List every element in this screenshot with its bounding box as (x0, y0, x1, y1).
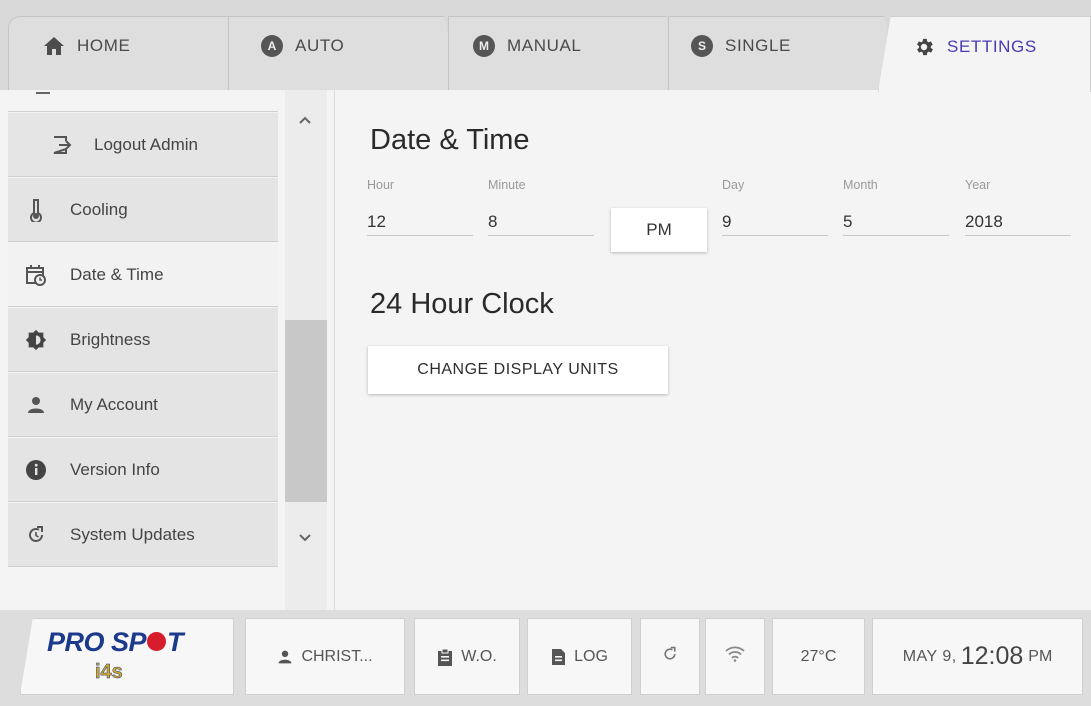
datetime-readout: MAY 9, 12:08 PM (872, 618, 1083, 695)
year-label: Year (965, 178, 991, 192)
hour-input[interactable]: 12 (367, 196, 473, 236)
partial-item-icon (36, 90, 50, 94)
sidebar-item-label: Logout Admin (94, 134, 198, 154)
sidebar-item-logout-admin[interactable]: Logout Admin (8, 113, 278, 177)
tab-manual[interactable]: M MANUAL (448, 16, 680, 90)
scroll-down-icon[interactable] (293, 526, 317, 550)
logo-dot-icon (147, 632, 167, 652)
wifi-button[interactable] (705, 618, 765, 695)
updates-button[interactable] (640, 618, 700, 695)
sidebar-scrollbar[interactable] (285, 90, 327, 610)
status-bar: PRO SP T i4s CHRIST... W.O. LOG 27°C MAY … (0, 610, 1091, 706)
tab-manual-label: MANUAL (507, 35, 582, 55)
minute-input[interactable]: 8 (488, 196, 594, 236)
work-order-button[interactable]: W.O. (414, 618, 520, 695)
update-icon (662, 646, 678, 667)
sidebar-item-label: Version Info (70, 459, 160, 479)
sidebar-item-version-info[interactable]: Version Info (8, 438, 278, 502)
gear-icon (913, 36, 935, 58)
month-field[interactable]: Month 5 (843, 178, 949, 236)
sidebar-item-system-updates[interactable]: System Updates (8, 503, 278, 567)
hour-label: Hour (367, 178, 395, 192)
person-icon (24, 393, 48, 417)
day-field[interactable]: Day 9 (722, 178, 828, 236)
tab-home[interactable]: HOME (8, 16, 238, 90)
clipboard-icon (437, 648, 453, 666)
brightness-icon (24, 328, 48, 352)
log-label: LOG (574, 647, 608, 665)
user-name: CHRIST... (301, 647, 373, 665)
sidebar-item-date-time[interactable]: Date & Time (8, 243, 278, 307)
date-time-title: Date & Time (370, 124, 530, 156)
status-ampm: PM (1028, 647, 1053, 665)
scroll-up-icon[interactable] (293, 108, 317, 132)
change-display-units-button[interactable]: CHANGE DISPLAY UNITS (368, 346, 668, 394)
tab-auto-label: AUTO (295, 35, 345, 55)
tab-single[interactable]: S SINGLE (668, 16, 898, 90)
temperature-readout: 27°C (772, 618, 865, 695)
sidebar-item-label: System Updates (70, 524, 195, 544)
logo-sub-mark: i4s (95, 661, 123, 684)
sidebar-item-partial (8, 90, 278, 112)
sidebar-item-my-account[interactable]: My Account (8, 373, 278, 437)
status-time: 12:08 (960, 642, 1024, 670)
user-button[interactable]: CHRIST... (245, 618, 405, 695)
single-badge-icon: S (691, 34, 713, 57)
tab-settings[interactable]: SETTINGS (878, 16, 1091, 92)
wifi-icon (725, 646, 745, 667)
sidebar-item-label: Brightness (70, 329, 151, 349)
logout-icon (50, 133, 74, 157)
logo-text-post: T (167, 627, 184, 657)
log-button[interactable]: LOG (527, 618, 632, 695)
month-label: Month (843, 178, 878, 192)
document-icon (551, 648, 566, 666)
date-time-panel: Date & Time Hour 12 Minute 8 PM Day 9 Mo… (335, 90, 1091, 610)
minute-field[interactable]: Minute 8 (488, 178, 594, 236)
day-label: Day (722, 178, 745, 192)
ampm-toggle-button[interactable]: PM (611, 208, 707, 252)
tab-home-label: HOME (77, 35, 131, 55)
year-input[interactable]: 2018 (965, 196, 1071, 236)
sidebar-item-label: Cooling (70, 199, 128, 219)
prospot-logo: PRO SP T i4s (20, 618, 234, 695)
sidebar-item-label: Date & Time (70, 264, 164, 284)
tab-settings-label: SETTINGS (947, 36, 1037, 56)
sidebar-item-brightness[interactable]: Brightness (8, 308, 278, 372)
manual-badge-icon: M (473, 34, 495, 57)
status-date: MAY 9, (902, 647, 957, 665)
work-order-label: W.O. (461, 647, 497, 665)
settings-sidebar: Logout Admin Cooling Date & Time Brightn… (8, 90, 278, 610)
tab-single-label: SINGLE (725, 35, 791, 55)
logo-wordmark: PRO SP T (47, 627, 184, 658)
auto-badge-icon: A (261, 34, 283, 57)
tab-bar: HOME A AUTO M MANUAL S SINGLE SETTINGS (0, 0, 1091, 92)
month-input[interactable]: 5 (843, 196, 949, 236)
clock-format-title: 24 Hour Clock (370, 288, 554, 320)
home-icon (43, 36, 65, 56)
minute-label: Minute (488, 178, 526, 192)
tab-auto[interactable]: A AUTO (228, 16, 458, 90)
year-field[interactable]: Year 2018 (965, 178, 1071, 236)
sidebar-item-label: My Account (70, 394, 158, 414)
day-input[interactable]: 9 (722, 196, 828, 236)
logo-text-pre: PRO SP (47, 627, 147, 657)
person-icon (277, 649, 293, 665)
thermometer-icon (24, 198, 48, 222)
hour-field[interactable]: Hour 12 (367, 178, 473, 236)
scrollbar-thumb[interactable] (285, 320, 327, 502)
calendar-clock-icon (24, 263, 48, 287)
temperature-value: 27°C (800, 647, 837, 665)
sidebar-item-cooling[interactable]: Cooling (8, 178, 278, 242)
info-icon (24, 458, 48, 482)
update-icon (24, 523, 48, 547)
